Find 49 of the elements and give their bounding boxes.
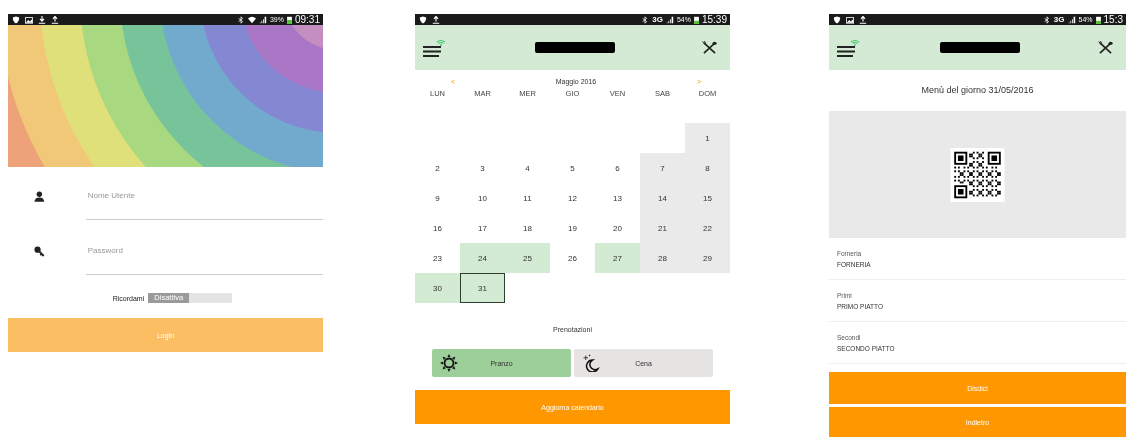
- upload-icon: [432, 15, 440, 24]
- username-field[interactable]: Nome Utente: [85, 185, 323, 220]
- calendar-day[interactable]: 30: [415, 273, 460, 303]
- upload-icon: [859, 15, 867, 24]
- calendar-day[interactable]: 27: [595, 243, 640, 273]
- image-icon: [25, 15, 33, 24]
- shield-icon: [419, 15, 427, 24]
- signal-icon: [665, 15, 674, 24]
- shield-icon: [833, 15, 841, 24]
- signal-icon: [1067, 15, 1076, 24]
- wifi-icon: [247, 15, 256, 24]
- shield-icon: [12, 15, 20, 24]
- cutlery-icon[interactable]: [702, 41, 717, 54]
- battery-icon: [693, 15, 699, 24]
- calendar-day[interactable]: 24: [460, 243, 505, 273]
- calendar-day[interactable]: 1: [685, 123, 730, 153]
- calendar-day[interactable]: 15: [685, 183, 730, 213]
- clock: 09:31: [294, 14, 320, 25]
- clock: 15:3: [1103, 14, 1123, 25]
- menu-icon[interactable]: [836, 37, 862, 58]
- battery-icon: [1095, 15, 1101, 24]
- network-type: 3G: [1053, 15, 1065, 24]
- download-icon: [38, 15, 46, 24]
- upload-icon: [51, 15, 59, 24]
- image-icon: [846, 15, 854, 24]
- calendar-day[interactable]: 22: [685, 213, 730, 243]
- bluetooth-icon: [641, 15, 650, 24]
- calendar-day[interactable]: 28: [640, 243, 685, 273]
- password-field[interactable]: Password: [85, 240, 323, 275]
- sun-icon: [440, 354, 458, 372]
- menu-title: Menù del giorno 31/05/2016: [920, 85, 1035, 97]
- moon-icon: [582, 354, 600, 372]
- calendar-day[interactable]: 21: [640, 213, 685, 243]
- calendar-day[interactable]: 25: [505, 243, 550, 273]
- network-type: 3G: [652, 15, 663, 24]
- user-icon: [34, 191, 45, 202]
- key-icon: [34, 246, 45, 257]
- calendar-day[interactable]: 31: [460, 273, 505, 303]
- calendar-day[interactable]: 7: [640, 153, 685, 183]
- signal-icon: [258, 15, 267, 24]
- clock: 15:39: [701, 14, 727, 25]
- menu-icon[interactable]: [422, 37, 448, 58]
- calendar-day[interactable]: 14: [640, 183, 685, 213]
- calendar-day[interactable]: 29: [685, 243, 730, 273]
- bluetooth-icon: [1042, 15, 1051, 24]
- calendar-day[interactable]: 8: [685, 153, 730, 183]
- battery-icon: [286, 15, 292, 24]
- cutlery-icon[interactable]: [1098, 41, 1113, 54]
- bluetooth-icon: [236, 15, 245, 24]
